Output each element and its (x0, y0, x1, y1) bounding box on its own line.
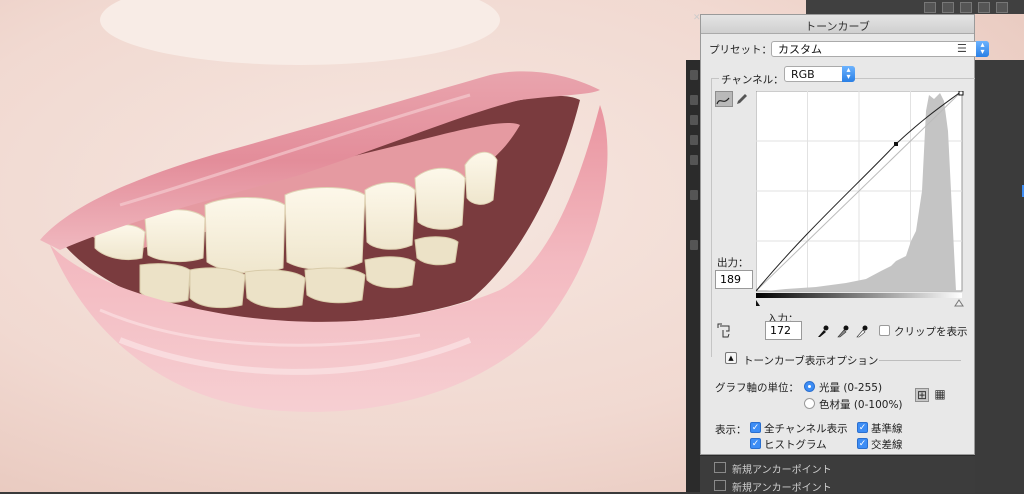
layer-row[interactable]: 新規アンカーポイント (700, 458, 975, 476)
white-eyedropper-icon[interactable] (856, 324, 868, 338)
panel-tab[interactable] (690, 155, 698, 165)
channel-value: RGB (791, 68, 815, 81)
toolbar-icon[interactable] (942, 2, 954, 13)
tone-curve-panel: ✕ トーンカーブ プリセット： カスタム ▴ ▾ ☰ チャンネル： RGB ▴ ▾ (693, 13, 989, 455)
menu-icon[interactable]: ☰ (957, 42, 967, 55)
chevron-updown-icon: ▴ ▾ (842, 66, 855, 82)
all-channels-label: 全チャンネル表示 (764, 423, 848, 435)
layer-name: 新規アンカーポイント (732, 465, 832, 476)
panel-tab[interactable] (690, 240, 698, 250)
all-channels-checkbox[interactable]: ✓ (750, 422, 761, 433)
gray-eyedropper-icon[interactable] (837, 324, 849, 338)
preset-label: プリセット： (709, 44, 772, 56)
intersection-checkbox[interactable]: ✓ (857, 438, 868, 449)
output-label: 出力： (717, 257, 749, 269)
layer-row[interactable]: 新規アンカーポイント (700, 476, 975, 494)
baseline-label: 基準線 (871, 423, 903, 435)
layer-icon (714, 462, 726, 473)
channel-select[interactable]: RGB ▴ ▾ (784, 66, 855, 82)
histogram-label: ヒストグラム (764, 439, 827, 451)
chevron-updown-icon: ▴ ▾ (976, 41, 989, 57)
graph-unit-label: グラフ軸の単位： (715, 382, 799, 394)
layers-list: 新規アンカーポイント 新規アンカーポイント (700, 455, 975, 494)
right-panel-strip (975, 60, 1024, 492)
curve-endpoint[interactable] (958, 91, 964, 96)
curve-point[interactable] (894, 142, 898, 146)
input-gradient (756, 293, 962, 298)
close-icon[interactable]: ✕ (693, 13, 701, 23)
unit-pigment-radio[interactable] (804, 398, 815, 409)
panel-tab[interactable] (690, 190, 698, 200)
toolbar-icon[interactable] (978, 2, 990, 13)
toolbar-icon[interactable] (924, 2, 936, 13)
grid-4-icon[interactable]: ⊞ (915, 388, 929, 402)
toolbar-icon[interactable] (960, 2, 972, 13)
channel-label: チャンネル： (719, 72, 786, 87)
clip-checkbox[interactable] (879, 325, 890, 336)
separator (879, 360, 961, 361)
baseline-checkbox[interactable]: ✓ (857, 422, 868, 433)
unit-light-radio[interactable] (804, 381, 815, 392)
panel-tab[interactable] (690, 135, 698, 145)
panel-tab[interactable] (690, 70, 698, 80)
collapse-triangle-icon[interactable]: ▲ (725, 352, 737, 364)
pencil-tool-icon[interactable] (735, 91, 751, 105)
input-field[interactable]: 172 (765, 321, 802, 340)
preset-value: カスタム (778, 43, 822, 56)
unit-light-label: 光量 (0-255) (819, 382, 883, 394)
unit-pigment-label: 色材量 (0-100%) (819, 399, 903, 411)
black-point-slider[interactable] (756, 300, 760, 306)
tone-curve-graph[interactable] (756, 91, 966, 311)
intersection-label: 交差線 (871, 439, 903, 451)
panel-tab[interactable] (690, 95, 698, 105)
target-adjust-icon[interactable] (717, 323, 735, 339)
white-point-slider[interactable] (954, 299, 964, 307)
options-title: トーンカーブ表示オプション (743, 355, 879, 367)
output-field[interactable]: 189 (715, 270, 753, 289)
panel-titlebar[interactable]: ✕ トーンカーブ (693, 13, 974, 34)
layer-icon (714, 480, 726, 491)
display-label: 表示： (715, 424, 747, 436)
clip-label: クリップを表示 (894, 326, 968, 338)
panel-title: トーンカーブ (805, 20, 870, 33)
histogram-checkbox[interactable]: ✓ (750, 438, 761, 449)
curve-tool-icon[interactable] (715, 91, 733, 107)
black-eyedropper-icon[interactable] (817, 324, 829, 338)
top-toolbar-strip (806, 0, 1024, 14)
grid-10-icon[interactable]: ▦ (933, 388, 947, 402)
toolbar-icon[interactable] (996, 2, 1008, 13)
panel-tab[interactable] (690, 115, 698, 125)
